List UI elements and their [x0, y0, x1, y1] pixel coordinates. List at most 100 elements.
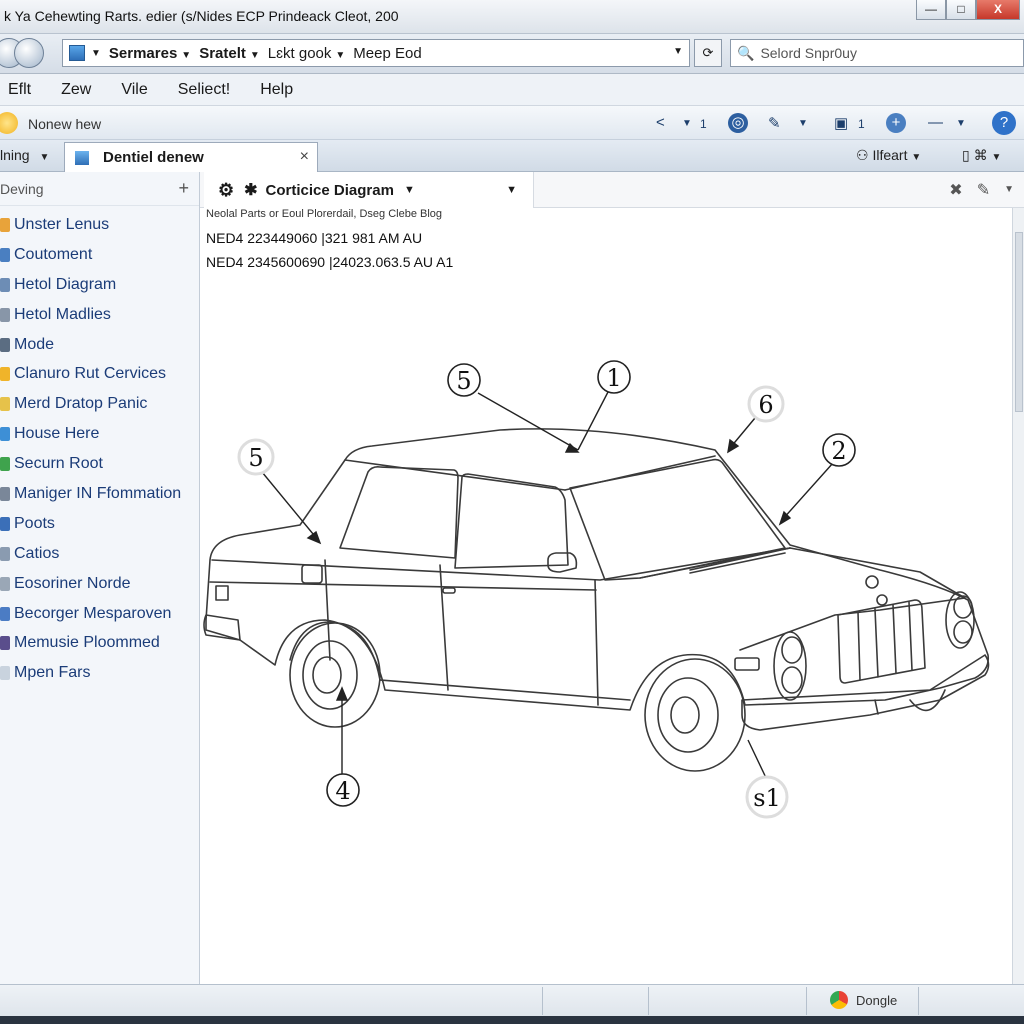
- device-icon[interactable]: ▯ ⌘ ▼: [962, 147, 1001, 164]
- address-segment[interactable]: Meep Eod: [353, 45, 421, 62]
- minus-icon[interactable]: —: [928, 114, 943, 131]
- refresh-button[interactable]: ⟳: [694, 39, 722, 67]
- door-handle: [442, 587, 456, 594]
- car-diagram: 5 1 6 5 2 4 s1: [203, 360, 990, 819]
- zone-label: Dongle: [856, 992, 898, 1008]
- windshield: [569, 458, 786, 581]
- security-zone[interactable]: Dongle: [830, 991, 897, 1009]
- status-divider: [542, 987, 543, 1015]
- chevron-down-icon[interactable]: ▼: [404, 184, 415, 196]
- address-segment[interactable]: Sermares ▼: [109, 45, 191, 62]
- vertical-scrollbar[interactable]: [1012, 208, 1024, 984]
- callout-leader: [781, 462, 834, 521]
- chevron-down-icon[interactable]: ▼: [682, 118, 692, 129]
- sidebar-item[interactable]: Clanuro Rut Cervices: [0, 359, 199, 389]
- menu-item[interactable]: Vile: [121, 81, 147, 99]
- chevron-down-icon[interactable]: ▼: [673, 46, 683, 57]
- maximize-button[interactable]: □: [946, 0, 976, 20]
- sidebar-item[interactable]: Memusie Ploommed: [0, 628, 199, 658]
- minimize-button[interactable]: —: [916, 0, 946, 20]
- navigation-bar: ▼ Sermares ▼ Sratelt ▼ Lɛkt gook ▼ Meep Eod…: [0, 34, 1024, 74]
- front-bumper: [741, 654, 990, 731]
- sidebar-item[interactable]: Poots: [0, 509, 199, 539]
- scrollbar-thumb[interactable]: [1015, 232, 1023, 412]
- diagram-toolbar: ⚙ ✱ Corticice Diagram ▼ ▼ ✖ ✎ ▼: [200, 172, 1024, 208]
- gear-icon[interactable]: ⚙: [218, 180, 234, 201]
- rear-bumper: [203, 614, 241, 641]
- favorites-star-icon[interactable]: [0, 112, 18, 134]
- sidebar-item-icon: [0, 247, 10, 262]
- menu-item[interactable]: Eflt: [8, 81, 31, 99]
- search-input[interactable]: 🔍 Selord Snpr0uy: [730, 39, 1024, 67]
- sidebar-item-label: Mode: [14, 335, 55, 353]
- chevron-down-icon[interactable]: ▼: [506, 184, 517, 196]
- sidebar-item-label: Merd Dratop Panic: [14, 395, 148, 413]
- forward-button[interactable]: [14, 38, 44, 68]
- sidebar-item[interactable]: Becorger Mesparoven: [0, 599, 199, 629]
- sidebar-item-icon: [0, 427, 10, 442]
- diagram-selector[interactable]: ⚙ ✱ Corticice Diagram ▼ ▼: [204, 172, 534, 208]
- sidebar-item[interactable]: Catios: [0, 539, 199, 569]
- callout-leader: [577, 391, 609, 451]
- address-bar[interactable]: ▼ Sermares ▼ Sratelt ▼ Lɛkt gook ▼ Meep Eod…: [62, 39, 690, 67]
- sidebar-item-label: Maniger IN Ffommation: [14, 484, 182, 502]
- callout-label: s1: [753, 784, 781, 812]
- sidebar-item-icon: [0, 367, 10, 382]
- sidebar-item[interactable]: Merd Dratop Panic: [0, 389, 199, 419]
- edit-icon[interactable]: ✎: [977, 180, 990, 200]
- sidebar-item-label: House Here: [14, 425, 100, 443]
- sidebar-list: Unster Lenus Coutoment Hetol Diagram Hetol …: [0, 206, 199, 688]
- sidebar-item[interactable]: Hetol Diagram: [0, 270, 199, 300]
- status-divider: [918, 987, 919, 1015]
- sidebar-item[interactable]: Mpen Fars: [0, 658, 199, 688]
- sidebar-item-label: Poots: [14, 514, 55, 532]
- tab-list-dropdown[interactable]: lning ▼: [0, 147, 49, 163]
- window-title: k Ya Cehewting Rarts. edier (s/Nides ECP…: [4, 8, 399, 24]
- share-icon[interactable]: <: [656, 114, 665, 131]
- tab-row: lning ▼ Dentiel denew × ⚇ Ilfeart ▼ ▯ ⌘ …: [0, 140, 1024, 172]
- chevron-down-icon[interactable]: ▼: [1004, 184, 1014, 200]
- sidebar-item[interactable]: Hetol Madlies: [0, 300, 199, 330]
- search-placeholder: Selord Snpr0uy: [760, 45, 857, 61]
- callout-label: 1: [606, 364, 621, 392]
- chevron-down-icon[interactable]: ▼: [91, 48, 101, 59]
- sidebar-item-icon: [0, 337, 10, 352]
- sidebar-item[interactable]: Coutoment: [0, 240, 199, 270]
- chevron-down-icon[interactable]: ▼: [798, 118, 808, 129]
- favorites-label[interactable]: Nonew hew: [28, 116, 101, 132]
- sidebar-item-label: Catios: [14, 544, 60, 562]
- window-front-door: [339, 466, 459, 559]
- door-line: [324, 559, 599, 706]
- chevron-down-icon[interactable]: ▼: [956, 118, 966, 129]
- user-menu[interactable]: ⚇ Ilfeart ▼: [856, 147, 921, 164]
- tab-active[interactable]: Dentiel denew ×: [64, 142, 318, 172]
- status-bar: Dongle: [0, 984, 1024, 1016]
- sidebar-item-label: Memusie Ploommed: [14, 634, 160, 652]
- tab-label: Dentiel denew: [103, 149, 204, 166]
- address-segment[interactable]: Sratelt ▼: [199, 45, 260, 62]
- menu-item[interactable]: Seliect!: [178, 81, 230, 99]
- callout-label: 4: [335, 777, 350, 805]
- add-icon[interactable]: +: [178, 178, 189, 199]
- compass-icon[interactable]: ◎: [728, 113, 748, 133]
- sidebar-item-label: Coutoment: [14, 245, 93, 263]
- sidebar-item[interactable]: Maniger IN Ffommation: [0, 479, 199, 509]
- print-icon[interactable]: ▣: [834, 114, 848, 132]
- address-segment[interactable]: Lɛkt gook ▼: [268, 45, 346, 62]
- help-icon[interactable]: ?: [992, 111, 1016, 135]
- sidebar-item[interactable]: Securn Root: [0, 449, 199, 479]
- tools-icon[interactable]: ✎: [768, 114, 781, 132]
- close-window-button[interactable]: X: [976, 0, 1020, 20]
- sidebar-item[interactable]: House Here: [0, 419, 199, 449]
- sidebar-item[interactable]: Eosoriner Norde: [0, 569, 199, 599]
- diagram-title: Corticice Diagram: [265, 181, 394, 199]
- close-tab-icon[interactable]: ×: [300, 148, 309, 166]
- menu-item[interactable]: Zew: [61, 81, 91, 99]
- sidebar-item[interactable]: Mode: [0, 330, 199, 360]
- sidebar-item[interactable]: Unster Lenus: [0, 210, 199, 240]
- menu-item[interactable]: Help: [260, 81, 293, 99]
- wrench-icon[interactable]: ✖: [949, 180, 962, 200]
- page-icon: [75, 150, 89, 165]
- add-icon[interactable]: +: [886, 113, 906, 133]
- taskbar-edge: [0, 1016, 1024, 1024]
